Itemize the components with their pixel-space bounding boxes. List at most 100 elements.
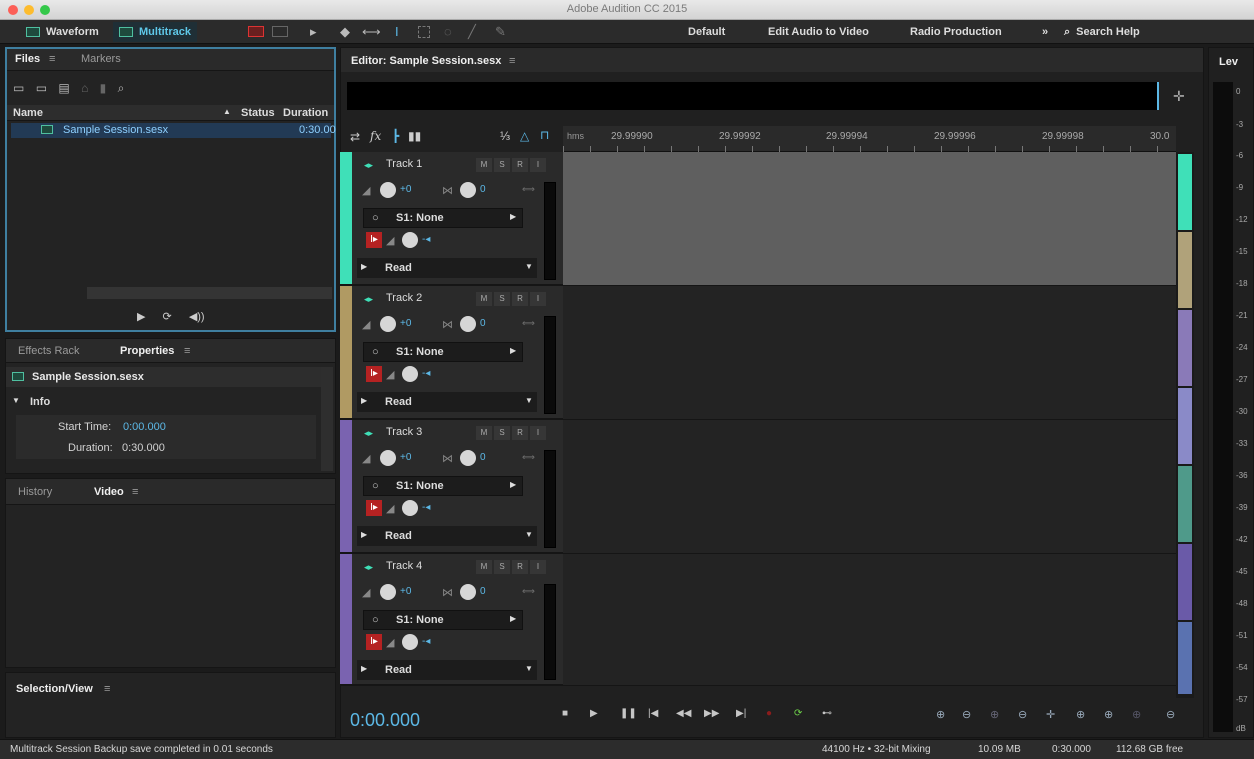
monitor-input-button[interactable]: I: [530, 292, 546, 306]
levels-title[interactable]: Lev: [1219, 56, 1238, 68]
zoom-selection-icon[interactable]: ⊕: [1132, 708, 1141, 721]
zoom-to-in-point-icon[interactable]: ⊕: [1076, 708, 1085, 721]
track-2-header[interactable]: ◂▸ Track 2 M S R I ◢ +0 ⋈ 0 ⟺ ○ S1: None…: [340, 286, 563, 420]
track-3-header[interactable]: ◂▸ Track 3 M S R I ◢ +0 ⋈ 0 ⟺ ○ S1: None…: [340, 420, 563, 554]
solo-button[interactable]: S: [494, 158, 510, 172]
stop-icon[interactable]: ■: [562, 708, 568, 719]
pan-value[interactable]: 0: [480, 452, 486, 463]
metronome-icon[interactable]: △: [520, 129, 529, 143]
workspace-radio-production[interactable]: Radio Production: [910, 22, 1002, 42]
send-pan-arrow-icon[interactable]: -◂: [422, 234, 430, 245]
pan-value[interactable]: 0: [480, 586, 486, 597]
zoom-to-out-point-icon[interactable]: ⊕: [1104, 708, 1113, 721]
send-power-icon[interactable]: ○: [372, 212, 379, 224]
send-volume-knob[interactable]: [402, 634, 418, 650]
volume-value[interactable]: +0: [400, 184, 411, 195]
brush-tool-icon[interactable]: ╱: [468, 24, 476, 40]
pan-value[interactable]: 0: [480, 184, 486, 195]
track-1-lane[interactable]: [563, 152, 1176, 286]
volume-value[interactable]: +0: [400, 452, 411, 463]
automation-disclosure-icon[interactable]: ▶: [361, 664, 367, 673]
track-name[interactable]: Track 3: [386, 426, 422, 438]
record-arm-button[interactable]: R: [512, 292, 528, 306]
skip-selection-icon[interactable]: ⊷: [822, 708, 832, 719]
stereo-link-icon[interactable]: ⟺: [522, 184, 535, 195]
search-help-field[interactable]: ⌕ Search Help: [1064, 22, 1140, 42]
automation-mode-selector[interactable]: ▶ Read ▼: [357, 660, 537, 680]
zoom-out-amplitude-icon[interactable]: ⊖: [962, 708, 971, 721]
automation-mode-selector[interactable]: ▶ Read ▼: [357, 526, 537, 546]
more-workspaces-button[interactable]: »: [1042, 22, 1048, 42]
pan-knob[interactable]: [460, 182, 476, 198]
properties-scrollbar[interactable]: [321, 367, 333, 471]
record-icon[interactable]: ●: [766, 708, 772, 719]
go-to-start-icon[interactable]: |◀: [648, 708, 658, 719]
zoom-out-time-icon[interactable]: ⊖: [1018, 708, 1027, 721]
tab-markers[interactable]: Markers: [81, 53, 121, 65]
send-volume-knob[interactable]: [402, 366, 418, 382]
tab-effects-rack[interactable]: Effects Rack: [18, 345, 80, 357]
preview-volume-icon[interactable]: ◀)): [189, 311, 205, 323]
volume-knob[interactable]: [380, 584, 396, 600]
workspace-edit-audio-to-video[interactable]: Edit Audio to Video: [768, 22, 869, 42]
send-selector[interactable]: ○ S1: None ▶: [363, 342, 523, 362]
track-name[interactable]: Track 4: [386, 560, 422, 572]
info-section-header[interactable]: ▼ Info: [6, 393, 321, 411]
files-panel-menu-icon[interactable]: ≡: [49, 53, 55, 65]
effects-rack-icon[interactable]: fx: [370, 129, 381, 143]
send-power-icon[interactable]: ○: [372, 480, 379, 492]
send-selector[interactable]: ○ S1: None ▶: [363, 208, 523, 228]
track-height-icon[interactable]: ⅓: [500, 129, 510, 143]
volume-value[interactable]: +0: [400, 318, 411, 329]
files-horizontal-scrollbar[interactable]: [87, 287, 332, 299]
stereo-link-icon[interactable]: ⟺: [522, 452, 535, 463]
track-scroller[interactable]: [1176, 152, 1194, 698]
track-3-lane[interactable]: [563, 420, 1176, 554]
monitor-input-button[interactable]: I: [530, 158, 546, 172]
column-duration[interactable]: Duration: [283, 107, 328, 119]
volume-value[interactable]: +0: [400, 586, 411, 597]
stereo-link-icon[interactable]: ⟺: [522, 586, 535, 597]
track-1-header[interactable]: ◂▸ Track 1 M S R I ◢ +0 ⋈ 0 ⟺ ○ S1: None…: [340, 152, 563, 286]
time-display[interactable]: 0:00.000: [350, 710, 420, 731]
stereo-link-icon[interactable]: ⟺: [522, 318, 535, 329]
tab-video[interactable]: Video: [94, 486, 124, 498]
send-pre-post-icon[interactable]: I▸: [366, 500, 382, 516]
editor-menu-icon[interactable]: ≡: [509, 55, 515, 67]
spectral-display-icon[interactable]: [248, 26, 264, 37]
open-file-icon[interactable]: ▭: [13, 81, 24, 95]
slip-tool-icon[interactable]: ⟷: [362, 24, 381, 40]
zoom-in-amplitude-icon[interactable]: ⊕: [936, 708, 945, 721]
send-volume-knob[interactable]: [402, 232, 418, 248]
workspace-default[interactable]: Default: [688, 22, 725, 42]
pan-knob[interactable]: [460, 450, 476, 466]
send-pan-arrow-icon[interactable]: -◂: [422, 502, 430, 513]
send-power-icon[interactable]: ○: [372, 614, 379, 626]
mute-button[interactable]: M: [476, 158, 492, 172]
pitch-display-icon[interactable]: [272, 26, 288, 37]
volume-knob[interactable]: [380, 450, 396, 466]
healing-tool-icon[interactable]: ✎: [495, 24, 506, 40]
column-status[interactable]: Status: [241, 107, 275, 119]
editor-title[interactable]: Editor: Sample Session.sesx: [351, 55, 501, 67]
zoom-in-time-icon[interactable]: ⊕: [990, 708, 999, 721]
send-volume-knob[interactable]: [402, 500, 418, 516]
mute-button[interactable]: M: [476, 292, 492, 306]
marquee-tool-icon[interactable]: [418, 26, 430, 38]
send-pre-post-icon[interactable]: I▸: [366, 634, 382, 650]
track-2-lane[interactable]: [563, 286, 1176, 420]
send-selector[interactable]: ○ S1: None ▶: [363, 610, 523, 630]
record-arm-button[interactable]: R: [512, 560, 528, 574]
send-power-icon[interactable]: ○: [372, 346, 379, 358]
volume-knob[interactable]: [380, 182, 396, 198]
insert-into-multitrack-icon[interactable]: ⌂: [81, 81, 88, 95]
mute-button[interactable]: M: [476, 560, 492, 574]
preview-loop-icon[interactable]: ⟳: [163, 311, 172, 323]
mute-button[interactable]: M: [476, 426, 492, 440]
record-arm-button[interactable]: R: [512, 158, 528, 172]
selection-view-menu-icon[interactable]: ≡: [104, 683, 110, 695]
pan-knob[interactable]: [460, 316, 476, 332]
record-arm-button[interactable]: R: [512, 426, 528, 440]
send-pan-arrow-icon[interactable]: -◂: [422, 636, 430, 647]
fast-forward-icon[interactable]: ▶▶: [704, 708, 719, 719]
